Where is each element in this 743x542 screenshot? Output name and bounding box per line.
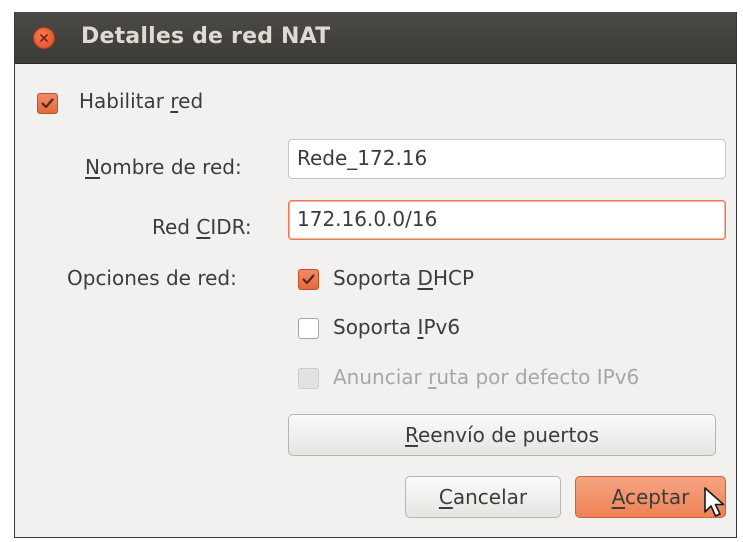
close-icon[interactable]: [33, 27, 55, 49]
default-route-ipv6-label: Anunciar ruta por defecto IPv6: [333, 365, 640, 389]
titlebar: Detalles de red NAT: [15, 12, 736, 64]
network-name-label: Nombre de red:: [85, 155, 242, 179]
network-name-field[interactable]: Rede_172.16: [288, 139, 726, 179]
network-cidr-field[interactable]: 172.16.0.0/16: [288, 200, 726, 240]
network-options-label: Opciones de red:: [67, 266, 237, 290]
dhcp-checkbox[interactable]: [298, 269, 319, 290]
dhcp-label[interactable]: Soporta DHCP: [333, 266, 474, 290]
nat-network-details-dialog: Detalles de red NAT Habilitar red Nombre…: [14, 12, 737, 538]
ipv6-checkbox[interactable]: [298, 318, 319, 339]
cancel-button[interactable]: Cancelar: [405, 476, 561, 518]
enable-network-checkbox[interactable]: [37, 93, 58, 114]
mouse-pointer-icon: [704, 487, 725, 517]
default-route-ipv6-checkbox: [298, 368, 319, 389]
port-forwarding-button[interactable]: Reenvío de puertos: [288, 414, 716, 456]
ipv6-label[interactable]: Soporta IPv6: [333, 315, 460, 339]
enable-network-label[interactable]: Habilitar red: [79, 89, 203, 113]
window-title: Detalles de red NAT: [81, 24, 331, 49]
network-cidr-label: Red CIDR:: [152, 215, 252, 239]
